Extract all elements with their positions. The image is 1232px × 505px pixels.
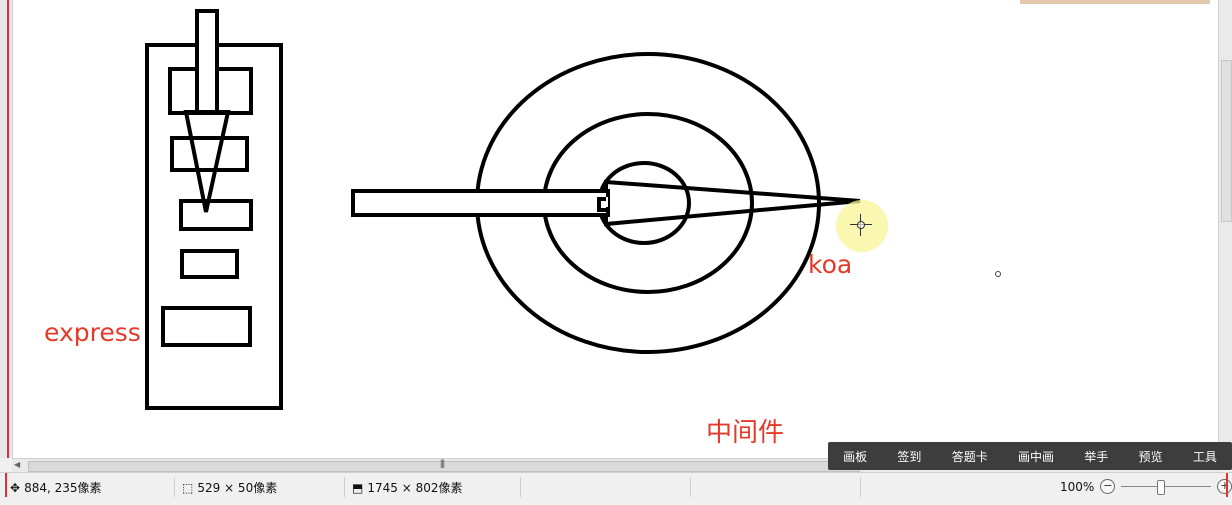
express-layer-5 — [161, 306, 252, 347]
selection-size-segment: ⬚ 529 × 50像素 — [182, 479, 277, 496]
floating-toolbar: 画板 签到 答题卡 画中画 举手 预览 工具 — [828, 442, 1232, 470]
status-divider — [690, 477, 691, 497]
toolbar-button-raise-hand[interactable]: 举手 — [1078, 448, 1114, 465]
vertical-scrollbar[interactable] — [1218, 0, 1232, 458]
koa-inner-ring — [597, 161, 691, 245]
selection-size-value: 529 × 50像素 — [197, 481, 278, 495]
zoom-control: 100% − + — [1060, 479, 1232, 495]
toolbar-button-preview[interactable]: 预览 — [1133, 448, 1169, 465]
selection-size-icon: ⬚ — [182, 480, 194, 495]
stray-dot — [995, 271, 1001, 277]
zoom-in-icon[interactable]: + — [1217, 479, 1232, 494]
express-layer-2 — [170, 136, 249, 172]
image-size-segment: ⬒ 1745 × 802像素 — [352, 479, 462, 496]
cursor-position-value: 884, 235像素 — [24, 481, 102, 495]
express-request-arrow — [183, 110, 231, 213]
status-divider — [520, 477, 521, 497]
scroll-grip-icon: ||| — [440, 458, 445, 468]
image-size-value: 1745 × 802像素 — [367, 481, 463, 495]
vertical-scroll-thumb[interactable] — [1221, 60, 1232, 222]
toolbar-button-answer-sheet[interactable]: 答题卡 — [946, 448, 994, 465]
express-layer-3 — [179, 199, 253, 231]
koa-request-pipe — [351, 189, 610, 217]
toolbar-button-checkin[interactable]: 签到 — [891, 448, 927, 465]
status-right-red-border — [1226, 473, 1228, 497]
zoom-level: 100% — [1060, 479, 1095, 494]
express-request-pipe — [195, 9, 219, 115]
status-divider — [174, 477, 175, 497]
status-divider — [344, 477, 345, 497]
toolbar-button-tools[interactable]: 工具 — [1187, 448, 1223, 465]
image-size-icon: ⬒ — [352, 480, 364, 495]
zoom-slider[interactable] — [1121, 479, 1212, 495]
crosshair-cursor-icon — [850, 214, 872, 236]
status-divider — [860, 477, 861, 497]
zoom-slider-knob[interactable] — [1157, 479, 1166, 495]
scroll-left-icon[interactable]: ◀ — [14, 460, 20, 469]
express-layer-4 — [180, 249, 239, 279]
drawing-layer — [145, 9, 861, 410]
koa-request-arrow — [604, 179, 861, 227]
cursor-position-segment: ✥ 884, 235像素 — [10, 479, 102, 496]
koa-label: koa — [808, 250, 853, 279]
toolbar-button-pip[interactable]: 画中画 — [1012, 448, 1060, 465]
status-bar: ✥ 884, 235像素 ⬚ 529 × 50像素 ⬒ 1745 × 802像素… — [0, 472, 1232, 505]
express-label: express — [44, 318, 141, 347]
move-cursor-icon: ✥ — [10, 480, 21, 495]
toolbar-button-board[interactable]: 画板 — [837, 448, 873, 465]
middleware-label: 中间件 — [706, 418, 785, 448]
zoom-out-icon[interactable]: − — [1100, 479, 1116, 494]
